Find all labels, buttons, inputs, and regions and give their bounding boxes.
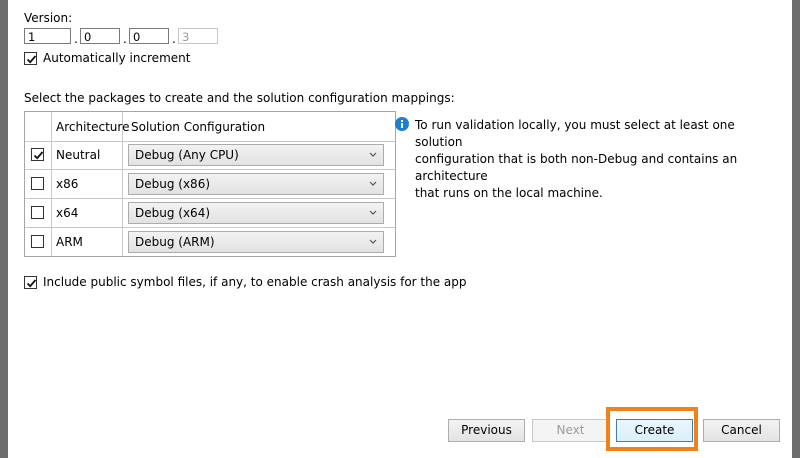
- info-icon: [395, 117, 409, 131]
- configuration-dropdown-neutral[interactable]: Debug (Any CPU): [128, 144, 384, 166]
- auto-increment-label: Automatically increment: [43, 51, 191, 65]
- package-checkbox-x64[interactable]: [31, 206, 44, 219]
- version-major-input[interactable]: 1: [24, 28, 71, 44]
- package-checkbox-x86[interactable]: [31, 177, 44, 190]
- auto-increment-checkbox[interactable]: [24, 52, 37, 65]
- previous-button[interactable]: Previous: [448, 419, 525, 442]
- version-revision-input: 3: [178, 28, 218, 44]
- configuration-value: Debug (ARM): [135, 235, 215, 249]
- validation-info-text: To run validation locally, you must sele…: [415, 117, 775, 202]
- configuration-dropdown-x64[interactable]: Debug (x64): [128, 202, 384, 224]
- chevron-down-icon: [369, 181, 377, 186]
- architecture-cell: ARM: [56, 235, 83, 249]
- column-header-solution-configuration: Solution Configuration: [131, 120, 266, 134]
- architecture-cell: x86: [56, 177, 79, 191]
- configuration-value: Debug (x86): [135, 177, 211, 191]
- version-separator: .: [74, 32, 78, 46]
- table-row: x86 Debug (x86): [25, 170, 395, 199]
- include-symbols-checkbox[interactable]: [24, 276, 37, 289]
- cancel-button[interactable]: Cancel: [703, 419, 780, 442]
- version-separator: .: [123, 32, 127, 46]
- chevron-down-icon: [369, 210, 377, 215]
- info-line: To run validation locally, you must sele…: [415, 118, 735, 149]
- packages-label: Select the packages to create and the so…: [24, 91, 455, 105]
- include-symbols-label: Include public symbol files, if any, to …: [43, 275, 467, 289]
- configuration-value: Debug (x64): [135, 206, 211, 220]
- version-minor-input[interactable]: 0: [80, 28, 120, 44]
- architecture-cell: x64: [56, 206, 79, 220]
- configuration-value: Debug (Any CPU): [135, 148, 239, 162]
- packages-grid: Architecture Solution Configuration Neut…: [24, 111, 396, 257]
- package-checkbox-neutral[interactable]: [31, 148, 44, 161]
- table-row: x64 Debug (x64): [25, 199, 395, 228]
- table-row: ARM Debug (ARM): [25, 228, 395, 256]
- checkmark-icon: [26, 279, 37, 288]
- version-build-input[interactable]: 0: [129, 28, 169, 44]
- column-header-architecture: Architecture: [56, 120, 130, 134]
- next-button: Next: [532, 419, 609, 442]
- chevron-down-icon: [369, 239, 377, 244]
- checkmark-icon: [33, 151, 44, 160]
- checkmark-icon: [26, 55, 37, 64]
- window-frame: Version: 1 . 0 . 0 . 3 Automatically inc…: [0, 0, 800, 458]
- info-line: configuration that is both non-Debug and…: [415, 152, 738, 183]
- package-checkbox-arm[interactable]: [31, 235, 44, 248]
- configuration-dropdown-arm[interactable]: Debug (ARM): [128, 231, 384, 253]
- info-line: that runs on the local machine.: [415, 186, 603, 200]
- table-row: Neutral Debug (Any CPU): [25, 141, 395, 170]
- version-label: Version:: [24, 11, 73, 25]
- configuration-dropdown-x86[interactable]: Debug (x86): [128, 173, 384, 195]
- create-app-packages-dialog: Version: 1 . 0 . 0 . 3 Automatically inc…: [8, 0, 792, 458]
- grid-header: Architecture Solution Configuration: [25, 112, 395, 142]
- chevron-down-icon: [369, 152, 377, 157]
- architecture-cell: Neutral: [56, 148, 101, 162]
- create-button-highlight: [606, 407, 698, 451]
- version-separator: .: [172, 32, 176, 46]
